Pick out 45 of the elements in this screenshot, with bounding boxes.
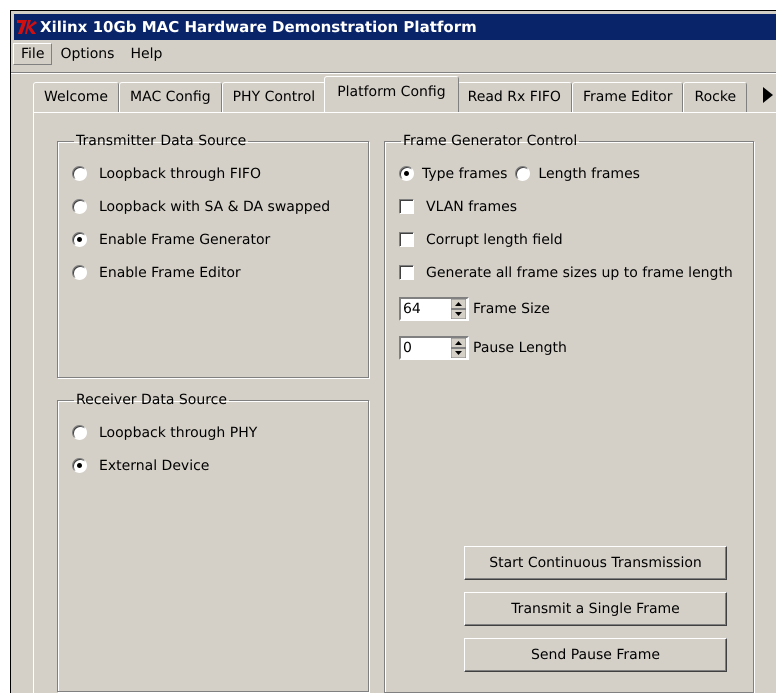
menu-item[interactable]: Options (52, 42, 122, 65)
group-title: Receiver Data Source (75, 392, 228, 408)
radio-label[interactable]: Type frames (422, 166, 508, 182)
number-spinner[interactable]: 0 (399, 336, 469, 360)
radio-label[interactable]: Loopback with SA & DA swapped (99, 198, 330, 214)
logo-icon (16, 18, 38, 36)
menu-item[interactable]: File (13, 42, 52, 65)
tab[interactable]: Platform Config (324, 76, 459, 112)
tab[interactable]: Welcome (33, 82, 120, 112)
tab[interactable]: Frame Editor (572, 82, 684, 112)
radio-button[interactable] (72, 425, 87, 440)
radio-button[interactable] (72, 232, 87, 247)
radio-button[interactable] (72, 265, 87, 280)
checkbox[interactable] (399, 199, 414, 214)
radio-label[interactable]: Loopback through FIFO (99, 166, 262, 182)
group-title: Frame Generator Control (402, 133, 578, 149)
tab[interactable]: MAC Config (119, 82, 222, 112)
radio-button[interactable] (399, 166, 414, 181)
checkbox-label[interactable]: Corrupt length field (426, 232, 563, 248)
radio-label[interactable]: Length frames (538, 166, 640, 182)
spinner-label: Frame Size (473, 300, 550, 316)
radio-label[interactable]: Enable Frame Editor (99, 264, 241, 280)
action-button[interactable]: Transmit a Single Frame (464, 592, 727, 626)
tab[interactable]: Rocke (683, 82, 748, 112)
tab[interactable]: Read Rx FIFO (456, 82, 572, 112)
radio-label[interactable]: Loopback through PHY (99, 424, 258, 440)
action-button[interactable]: Send Pause Frame (464, 638, 727, 672)
spin-arrows-icon[interactable] (451, 338, 466, 358)
checkbox-label[interactable]: Generate all frame sizes up to frame length (426, 264, 733, 280)
radio-button[interactable] (72, 458, 87, 473)
group-title: Transmitter Data Source (75, 133, 248, 149)
checkbox[interactable] (399, 232, 414, 247)
radio-label[interactable]: Enable Frame Generator (99, 232, 270, 248)
window-title: Xilinx 10Gb MAC Hardware Demonstration Platform (40, 18, 477, 36)
spinner-label: Pause Length (473, 340, 567, 356)
action-button[interactable]: Start Continuous Transmission (464, 546, 727, 580)
checkbox-label[interactable]: VLAN frames (426, 198, 518, 214)
number-spinner[interactable]: 64 (399, 296, 469, 320)
radio-button[interactable] (72, 199, 87, 214)
menu-item[interactable]: Help (122, 42, 170, 65)
radio-label[interactable]: External Device (99, 458, 210, 474)
radio-button[interactable] (72, 166, 87, 181)
radio-button[interactable] (515, 166, 530, 181)
spin-arrows-icon[interactable] (451, 298, 466, 318)
checkbox[interactable] (399, 265, 414, 280)
